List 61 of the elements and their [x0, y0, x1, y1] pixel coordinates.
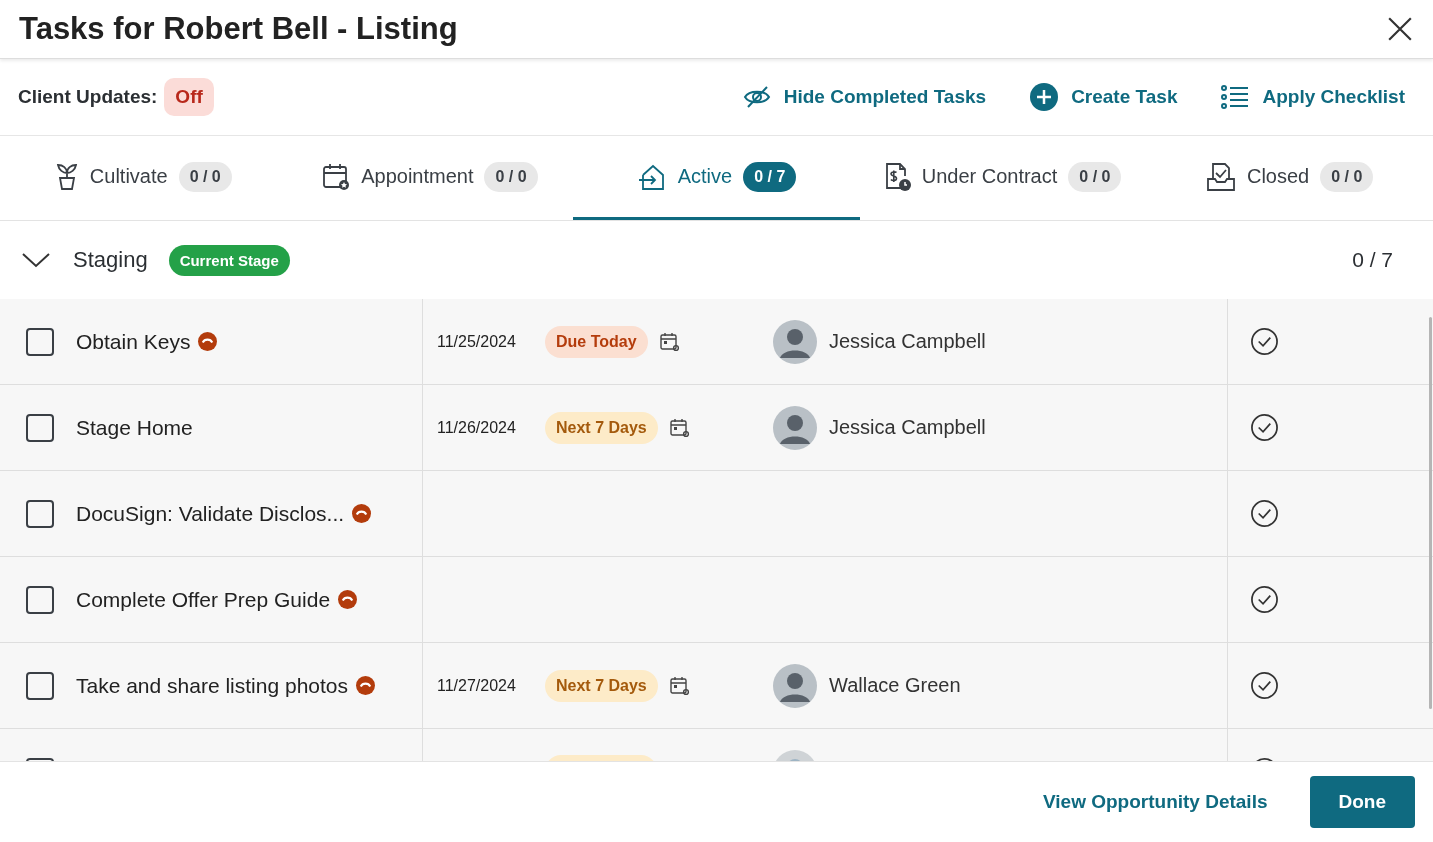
- check-circle-icon[interactable]: [1250, 327, 1279, 356]
- task-checkbox[interactable]: [26, 671, 54, 700]
- task-title[interactable]: DocuSign: Validate Disclos...: [76, 501, 345, 526]
- task-title[interactable]: Stage Home: [76, 415, 193, 440]
- plus-icon: [1030, 83, 1059, 111]
- task-checkbox[interactable]: [26, 327, 54, 356]
- avatar-icon: [773, 319, 817, 364]
- calendar-gear-icon[interactable]: [669, 675, 690, 696]
- document-dollar-icon: [884, 161, 911, 192]
- stage-tab[interactable]: Active 0 / 7: [573, 136, 860, 220]
- calendar-gear-icon[interactable]: [669, 417, 690, 438]
- check-circle-icon[interactable]: [1250, 499, 1279, 528]
- task-checkbox[interactable]: [26, 585, 54, 614]
- client-updates-toggle[interactable]: Off: [164, 78, 214, 116]
- task-title[interactable]: Complete Offer Prep Guide: [76, 587, 331, 612]
- due-date: 11/25/2024: [437, 332, 516, 350]
- eye-slash-icon: [742, 85, 771, 109]
- check-circle-icon[interactable]: [1250, 585, 1279, 614]
- task-checkbox[interactable]: [26, 413, 54, 442]
- tab-count-badge: 0 / 7: [743, 161, 797, 192]
- chevron-down-icon[interactable]: [22, 252, 50, 268]
- avatar-icon: [773, 663, 817, 708]
- tab-count-badge: 0 / 0: [1068, 161, 1122, 192]
- document-check-icon: [1205, 161, 1236, 192]
- assignee-name: Wallace Green: [829, 674, 961, 697]
- scrollbar[interactable]: [1429, 317, 1432, 709]
- create-task-button[interactable]: Create Task: [1030, 83, 1178, 111]
- client-updates-label: Client Updates:: [18, 86, 158, 108]
- assignee-name: Jessica Campbell: [829, 330, 986, 353]
- tab-count-badge: 0 / 0: [178, 161, 232, 192]
- plant-icon: [54, 162, 79, 191]
- due-date: 11/26/2024: [437, 418, 516, 436]
- stage-count: 0 / 7: [1352, 248, 1393, 272]
- dialog-title: Tasks for Robert Bell - Listing: [19, 11, 458, 47]
- stage-tab[interactable]: Appointment 0 / 0: [286, 136, 574, 220]
- task-checkbox[interactable]: [26, 499, 54, 528]
- calendar-gear-icon[interactable]: [659, 331, 680, 352]
- assignee-name: Jessica Campbell: [829, 416, 986, 439]
- due-date: 11/27/2024: [437, 676, 516, 694]
- stage-tab[interactable]: Cultivate 0 / 0: [0, 136, 287, 220]
- check-circle-icon[interactable]: [1250, 671, 1279, 700]
- view-details-link[interactable]: View Opportunity Details: [1042, 791, 1268, 813]
- due-status-badge: Due Today: [545, 325, 648, 358]
- apply-checklist-button[interactable]: Apply Checklist: [1221, 85, 1405, 109]
- task-title[interactable]: Take and share listing photos: [76, 673, 348, 698]
- stage-title: Staging: [73, 247, 148, 273]
- check-circle-icon[interactable]: [1250, 413, 1279, 442]
- tab-count-badge: 0 / 0: [484, 161, 538, 192]
- house-arrow-icon: [636, 162, 667, 191]
- due-status-badge: Next 7 Days: [545, 669, 658, 702]
- done-button[interactable]: Done: [1309, 776, 1415, 828]
- stage-tab[interactable]: Under Contract 0 / 0: [859, 136, 1147, 220]
- list-icon: [1221, 85, 1250, 109]
- avatar-icon: [773, 405, 817, 450]
- due-status-badge: Next 7 Days: [545, 411, 658, 444]
- current-stage-badge: Current Stage: [168, 244, 290, 276]
- close-icon[interactable]: [1387, 16, 1413, 42]
- stage-tab[interactable]: Closed 0 / 0: [1146, 136, 1433, 220]
- hide-completed-button[interactable]: Hide Completed Tasks: [742, 85, 987, 109]
- task-title[interactable]: Obtain Keys: [76, 329, 191, 354]
- tab-count-badge: 0 / 0: [1320, 161, 1374, 192]
